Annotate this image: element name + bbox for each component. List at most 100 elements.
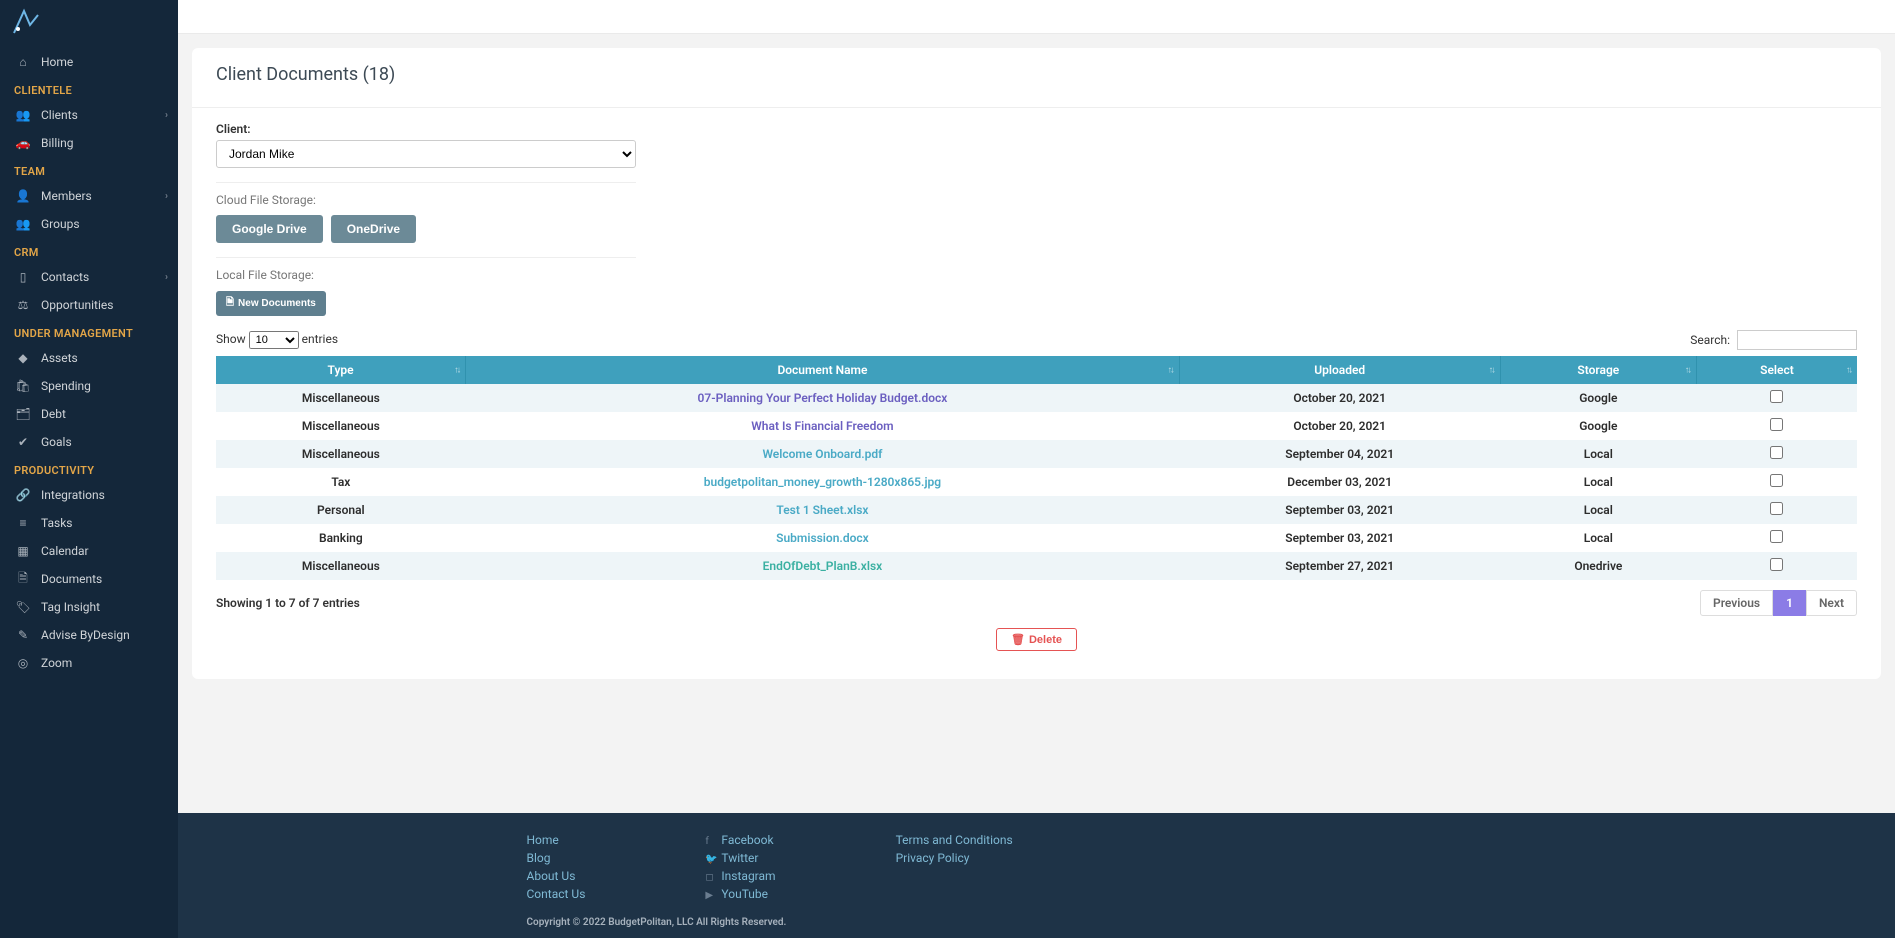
col-uploaded[interactable]: Uploaded↑↓ — [1179, 356, 1500, 384]
search-label: Search: — [1690, 333, 1730, 347]
pager-prev[interactable]: Previous — [1700, 590, 1773, 616]
social-icon: ◻ — [705, 872, 719, 883]
sidebar-item-opportunities[interactable]: ⚖ Opportunities — [0, 291, 178, 319]
new-documents-button[interactable]: 🗎 New Documents — [216, 291, 326, 316]
sidebar-item-contacts[interactable]: ▯Contacts› — [0, 263, 178, 291]
footer-link[interactable]: Privacy Policy — [896, 851, 1013, 865]
col-document-name[interactable]: Document Name↑↓ — [466, 356, 1179, 384]
google-drive-button[interactable]: Google Drive — [216, 215, 323, 243]
cell-select — [1696, 552, 1857, 580]
row-checkbox[interactable] — [1770, 474, 1783, 487]
entries-select[interactable]: 10 — [249, 331, 299, 349]
sidebar-item-groups[interactable]: 👥Groups — [0, 210, 178, 238]
cell-type: Banking — [216, 524, 466, 552]
nav-section: CLIENTELE — [0, 76, 178, 101]
logo — [0, 0, 178, 48]
entries-length: Show 10 entries — [216, 331, 338, 349]
col-storage[interactable]: Storage↑↓ — [1500, 356, 1696, 384]
sort-icon: ↑↓ — [454, 365, 459, 376]
sidebar-item-integrations[interactable]: 🔗Integrations — [0, 481, 178, 509]
cell-storage: Local — [1500, 440, 1696, 468]
table-row: MiscellaneousEndOfDebt_PlanB.xlsxSeptemb… — [216, 552, 1857, 580]
cell-name: Test 1 Sheet.xlsx — [466, 496, 1179, 524]
nav-icon: 🛍 — [14, 379, 32, 393]
nav-icon: ⚖ — [14, 298, 32, 312]
pager-page-1[interactable]: 1 — [1773, 590, 1806, 616]
cell-storage: Local — [1500, 524, 1696, 552]
nav-icon: 🗎 — [14, 572, 32, 586]
onedrive-button[interactable]: OneDrive — [331, 215, 416, 243]
document-link[interactable]: Submission.docx — [776, 531, 869, 545]
row-checkbox[interactable] — [1770, 558, 1783, 571]
nav-icon: ✔ — [14, 435, 32, 449]
row-checkbox[interactable] — [1770, 390, 1783, 403]
cell-type: Miscellaneous — [216, 552, 466, 580]
client-select[interactable]: Jordan Mike — [216, 140, 636, 168]
nav-section: PRODUCTIVITY — [0, 456, 178, 481]
row-checkbox[interactable] — [1770, 446, 1783, 459]
nav-icon: ◆ — [14, 351, 32, 365]
sidebar-item-label: Goals — [41, 435, 72, 449]
nav-section: CRM — [0, 238, 178, 263]
document-link[interactable]: budgetpolitan_money_growth-1280x865.jpg — [704, 475, 941, 489]
document-link[interactable]: Welcome Onboard.pdf — [762, 447, 882, 461]
chevron-right-icon: › — [165, 110, 168, 121]
sidebar-item-billing[interactable]: 🚗Billing — [0, 129, 178, 157]
search-input[interactable] — [1737, 330, 1857, 350]
trash-icon: 🗑 — [1011, 633, 1025, 646]
footer-link[interactable]: Blog — [527, 851, 586, 865]
sidebar-item-home[interactable]: ⌂Home — [0, 48, 178, 76]
footer-link[interactable]: Terms and Conditions — [896, 833, 1013, 847]
cell-storage: Google — [1500, 384, 1696, 412]
sidebar-item-goals[interactable]: ✔ Goals — [0, 428, 178, 456]
nav-icon: 🔗 — [14, 488, 32, 502]
nav: ⌂HomeCLIENTELE👥Clients›🚗BillingTEAM👤Memb… — [0, 48, 178, 677]
document-link[interactable]: EndOfDebt_PlanB.xlsx — [763, 559, 883, 573]
nav-icon: 🏷 — [14, 600, 32, 614]
document-link[interactable]: What Is Financial Freedom — [751, 419, 893, 433]
sidebar-item-documents[interactable]: 🗎Documents — [0, 565, 178, 593]
col-select[interactable]: Select↑↓ — [1696, 356, 1857, 384]
footer-link[interactable]: ▶YouTube — [705, 887, 775, 901]
footer-link[interactable]: Home — [527, 833, 586, 847]
footer-link[interactable]: 🐦Twitter — [705, 851, 775, 865]
table-row: Banking Submission.docx September 03, 2021… — [216, 524, 1857, 552]
row-checkbox[interactable] — [1770, 418, 1783, 431]
sidebar-item-label: Zoom — [41, 656, 72, 670]
sidebar-item-calendar[interactable]: ▦Calendar — [0, 537, 178, 565]
footer-link[interactable]: Contact Us — [527, 887, 586, 901]
sidebar-item-tasks[interactable]: ≡Tasks — [0, 509, 178, 537]
sidebar-item-assets[interactable]: ◆Assets — [0, 344, 178, 372]
row-checkbox[interactable] — [1770, 530, 1783, 543]
col-type[interactable]: Type↑↓ — [216, 356, 466, 384]
sidebar-item-label: Contacts — [41, 270, 89, 284]
cell-uploaded: October 20, 2021 — [1179, 384, 1500, 412]
nav-section: TEAM — [0, 157, 178, 182]
footer-link[interactable]: ◻Instagram — [705, 869, 775, 883]
cell-uploaded: September 03, 2021 — [1179, 524, 1500, 552]
row-checkbox[interactable] — [1770, 502, 1783, 515]
sidebar-item-advise-bydesign[interactable]: ✎Advise ByDesign — [0, 621, 178, 649]
footer-link[interactable]: fFacebook — [705, 833, 775, 847]
cell-name: Submission.docx — [466, 524, 1179, 552]
sidebar-item-spending[interactable]: 🛍 Spending — [0, 372, 178, 400]
footer-link[interactable]: About Us — [527, 869, 586, 883]
sort-icon: ↑↓ — [1846, 365, 1851, 376]
pager-next[interactable]: Next — [1806, 590, 1857, 616]
nav-icon: ▯ — [14, 270, 32, 284]
sidebar-item-clients[interactable]: 👥Clients› — [0, 101, 178, 129]
sidebar-item-label: Spending — [41, 379, 91, 393]
social-icon: f — [705, 836, 719, 847]
sidebar-item-debt[interactable]: 🗂Debt — [0, 400, 178, 428]
table-row: MiscellaneousWelcome Onboard.pdfSeptembe… — [216, 440, 1857, 468]
document-link[interactable]: 07-Planning Your Perfect Holiday Budget.… — [698, 391, 948, 405]
footer: Home Blog About Us Contact Us fFacebook 🐦Twi… — [178, 813, 1895, 938]
sidebar-item-tag-insight[interactable]: 🏷Tag Insight — [0, 593, 178, 621]
cloud-storage-label: Cloud File Storage: — [216, 182, 636, 207]
sidebar-item-zoom[interactable]: ◎Zoom — [0, 649, 178, 677]
sidebar-item-members[interactable]: 👤Members› — [0, 182, 178, 210]
document-link[interactable]: Test 1 Sheet.xlsx — [776, 503, 868, 517]
nav-icon: 👥 — [14, 217, 32, 231]
delete-button[interactable]: 🗑 Delete — [996, 628, 1077, 651]
sidebar-item-label: Opportunities — [41, 298, 113, 312]
